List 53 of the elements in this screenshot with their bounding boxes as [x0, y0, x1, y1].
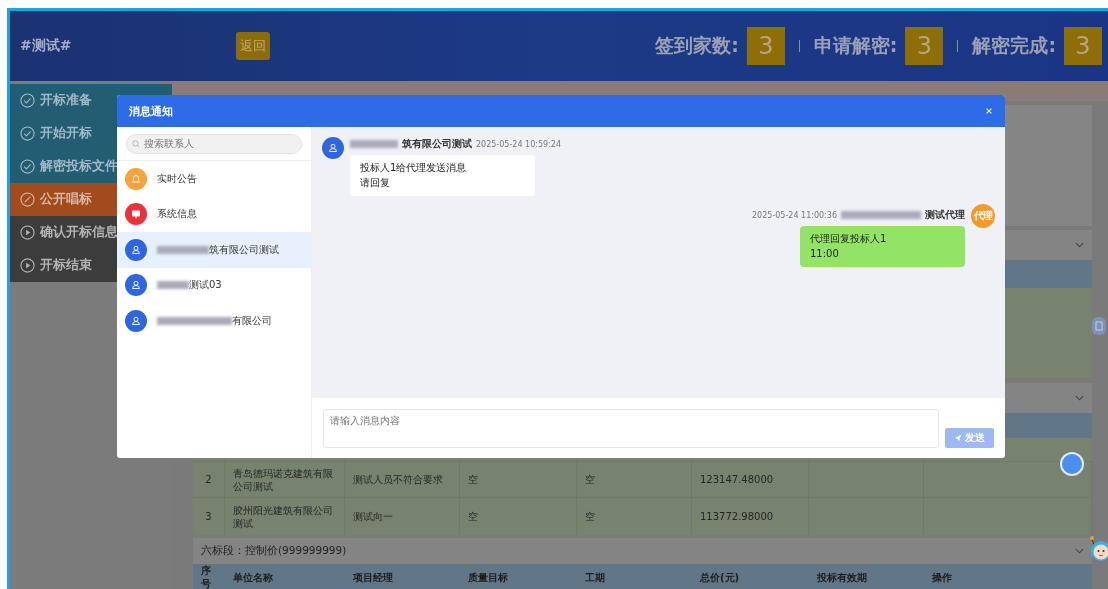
- table-cell: 空: [460, 498, 577, 535]
- message-input[interactable]: 请输入消息内容: [323, 409, 939, 448]
- column-header: 序号: [200, 564, 212, 589]
- section-title: 六标段：控制价(999999999): [201, 544, 347, 558]
- play-circle-icon: [20, 225, 35, 240]
- user-avatar-icon: [125, 274, 147, 297]
- search-field[interactable]: 搜索联系人: [126, 133, 302, 154]
- stat-label: 申请解密:: [813, 33, 898, 58]
- monitor-avatar-icon: [125, 203, 147, 226]
- stat-value: 3: [905, 27, 944, 65]
- sender-name: 筑有限公司测试: [402, 137, 472, 151]
- page-title: #测试#: [20, 37, 73, 55]
- user-avatar-icon: [125, 309, 147, 332]
- table-cell: 胶州阳光建筑有限公司测试: [225, 498, 345, 535]
- stat-value: 3: [746, 27, 785, 65]
- table-cell: 113772.98000: [692, 498, 809, 535]
- bell-avatar-icon: [125, 167, 147, 190]
- column-header: 项目经理: [352, 570, 394, 585]
- table-cell: 3: [193, 498, 225, 535]
- contact-item[interactable]: 筑有限公司测试: [117, 232, 311, 268]
- contact-item[interactable]: 有限公司: [117, 303, 311, 339]
- message-bubble: 代理回复投标人1 11:00: [800, 226, 965, 267]
- blurred-text: [350, 140, 398, 148]
- chevron-down-icon: [1075, 548, 1084, 554]
- column-header: 总价(元): [698, 570, 741, 585]
- column-header: 单位名称: [232, 570, 274, 585]
- user-avatar-icon: [322, 137, 344, 159]
- chevron-down-icon: [1075, 242, 1084, 248]
- table-cell: 空: [577, 498, 692, 535]
- check-circle-icon: [20, 93, 35, 108]
- column-header: 操作: [931, 570, 953, 585]
- search-icon: [132, 139, 140, 148]
- column-header: 质量目标: [467, 570, 509, 585]
- message-time: 2025-05-24 10:59:24: [476, 139, 561, 149]
- send-icon: [954, 434, 962, 442]
- stat-value: 3: [1064, 27, 1102, 65]
- stat-label: 解密完成:: [972, 33, 1056, 58]
- column-header: 工期: [584, 570, 606, 585]
- dialog-title: 消息通知: [129, 103, 173, 119]
- check-circle-icon: [20, 159, 35, 174]
- stat-label: 签到家数:: [655, 33, 739, 58]
- message-bubble: 投标人1给代理发送消息 请回复: [350, 155, 535, 196]
- prohibited-icon: [20, 192, 35, 207]
- user-avatar: 代理: [971, 204, 995, 228]
- close-icon[interactable]: [985, 107, 993, 115]
- check-circle-icon: [20, 126, 35, 141]
- user-avatar-icon: [125, 238, 147, 261]
- message-time: 2025-05-24 11:00:36: [752, 210, 837, 220]
- sender-name: 测试代理: [925, 208, 965, 222]
- column-header: 投标有效期: [816, 570, 868, 585]
- mascot-drawing[interactable]: [1087, 534, 1108, 564]
- play-circle-icon: [20, 258, 35, 273]
- chevron-down-icon: [1075, 395, 1084, 401]
